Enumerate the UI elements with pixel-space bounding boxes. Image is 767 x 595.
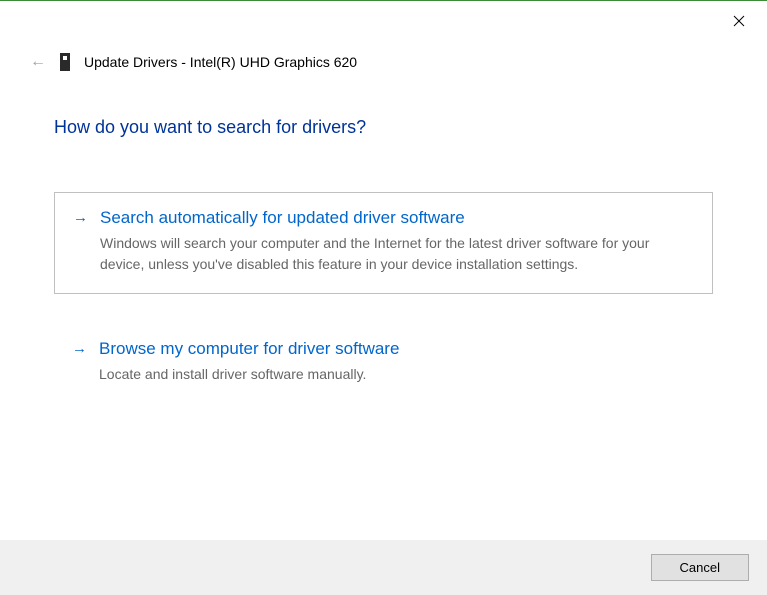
content-area: How do you want to search for drivers? →… <box>0 73 767 403</box>
page-title: Update Drivers - Intel(R) UHD Graphics 6… <box>84 54 357 70</box>
option-search-automatically[interactable]: → Search automatically for updated drive… <box>54 192 713 294</box>
device-icon <box>60 53 70 71</box>
main-heading: How do you want to search for drivers? <box>54 117 713 138</box>
header: ← Update Drivers - Intel(R) UHD Graphics… <box>0 1 767 73</box>
cancel-button[interactable]: Cancel <box>651 554 749 581</box>
option-description: Locate and install driver software manua… <box>99 364 695 385</box>
option-browse-computer[interactable]: → Browse my computer for driver software… <box>54 324 713 403</box>
option-title: Browse my computer for driver software <box>99 338 695 360</box>
footer: Cancel <box>0 540 767 595</box>
arrow-right-icon: → <box>73 209 88 226</box>
option-description: Windows will search your computer and th… <box>100 233 694 275</box>
back-arrow-icon[interactable]: ← <box>28 51 48 73</box>
close-icon[interactable] <box>729 11 749 35</box>
arrow-right-icon: → <box>72 340 87 357</box>
option-title: Search automatically for updated driver … <box>100 207 694 229</box>
